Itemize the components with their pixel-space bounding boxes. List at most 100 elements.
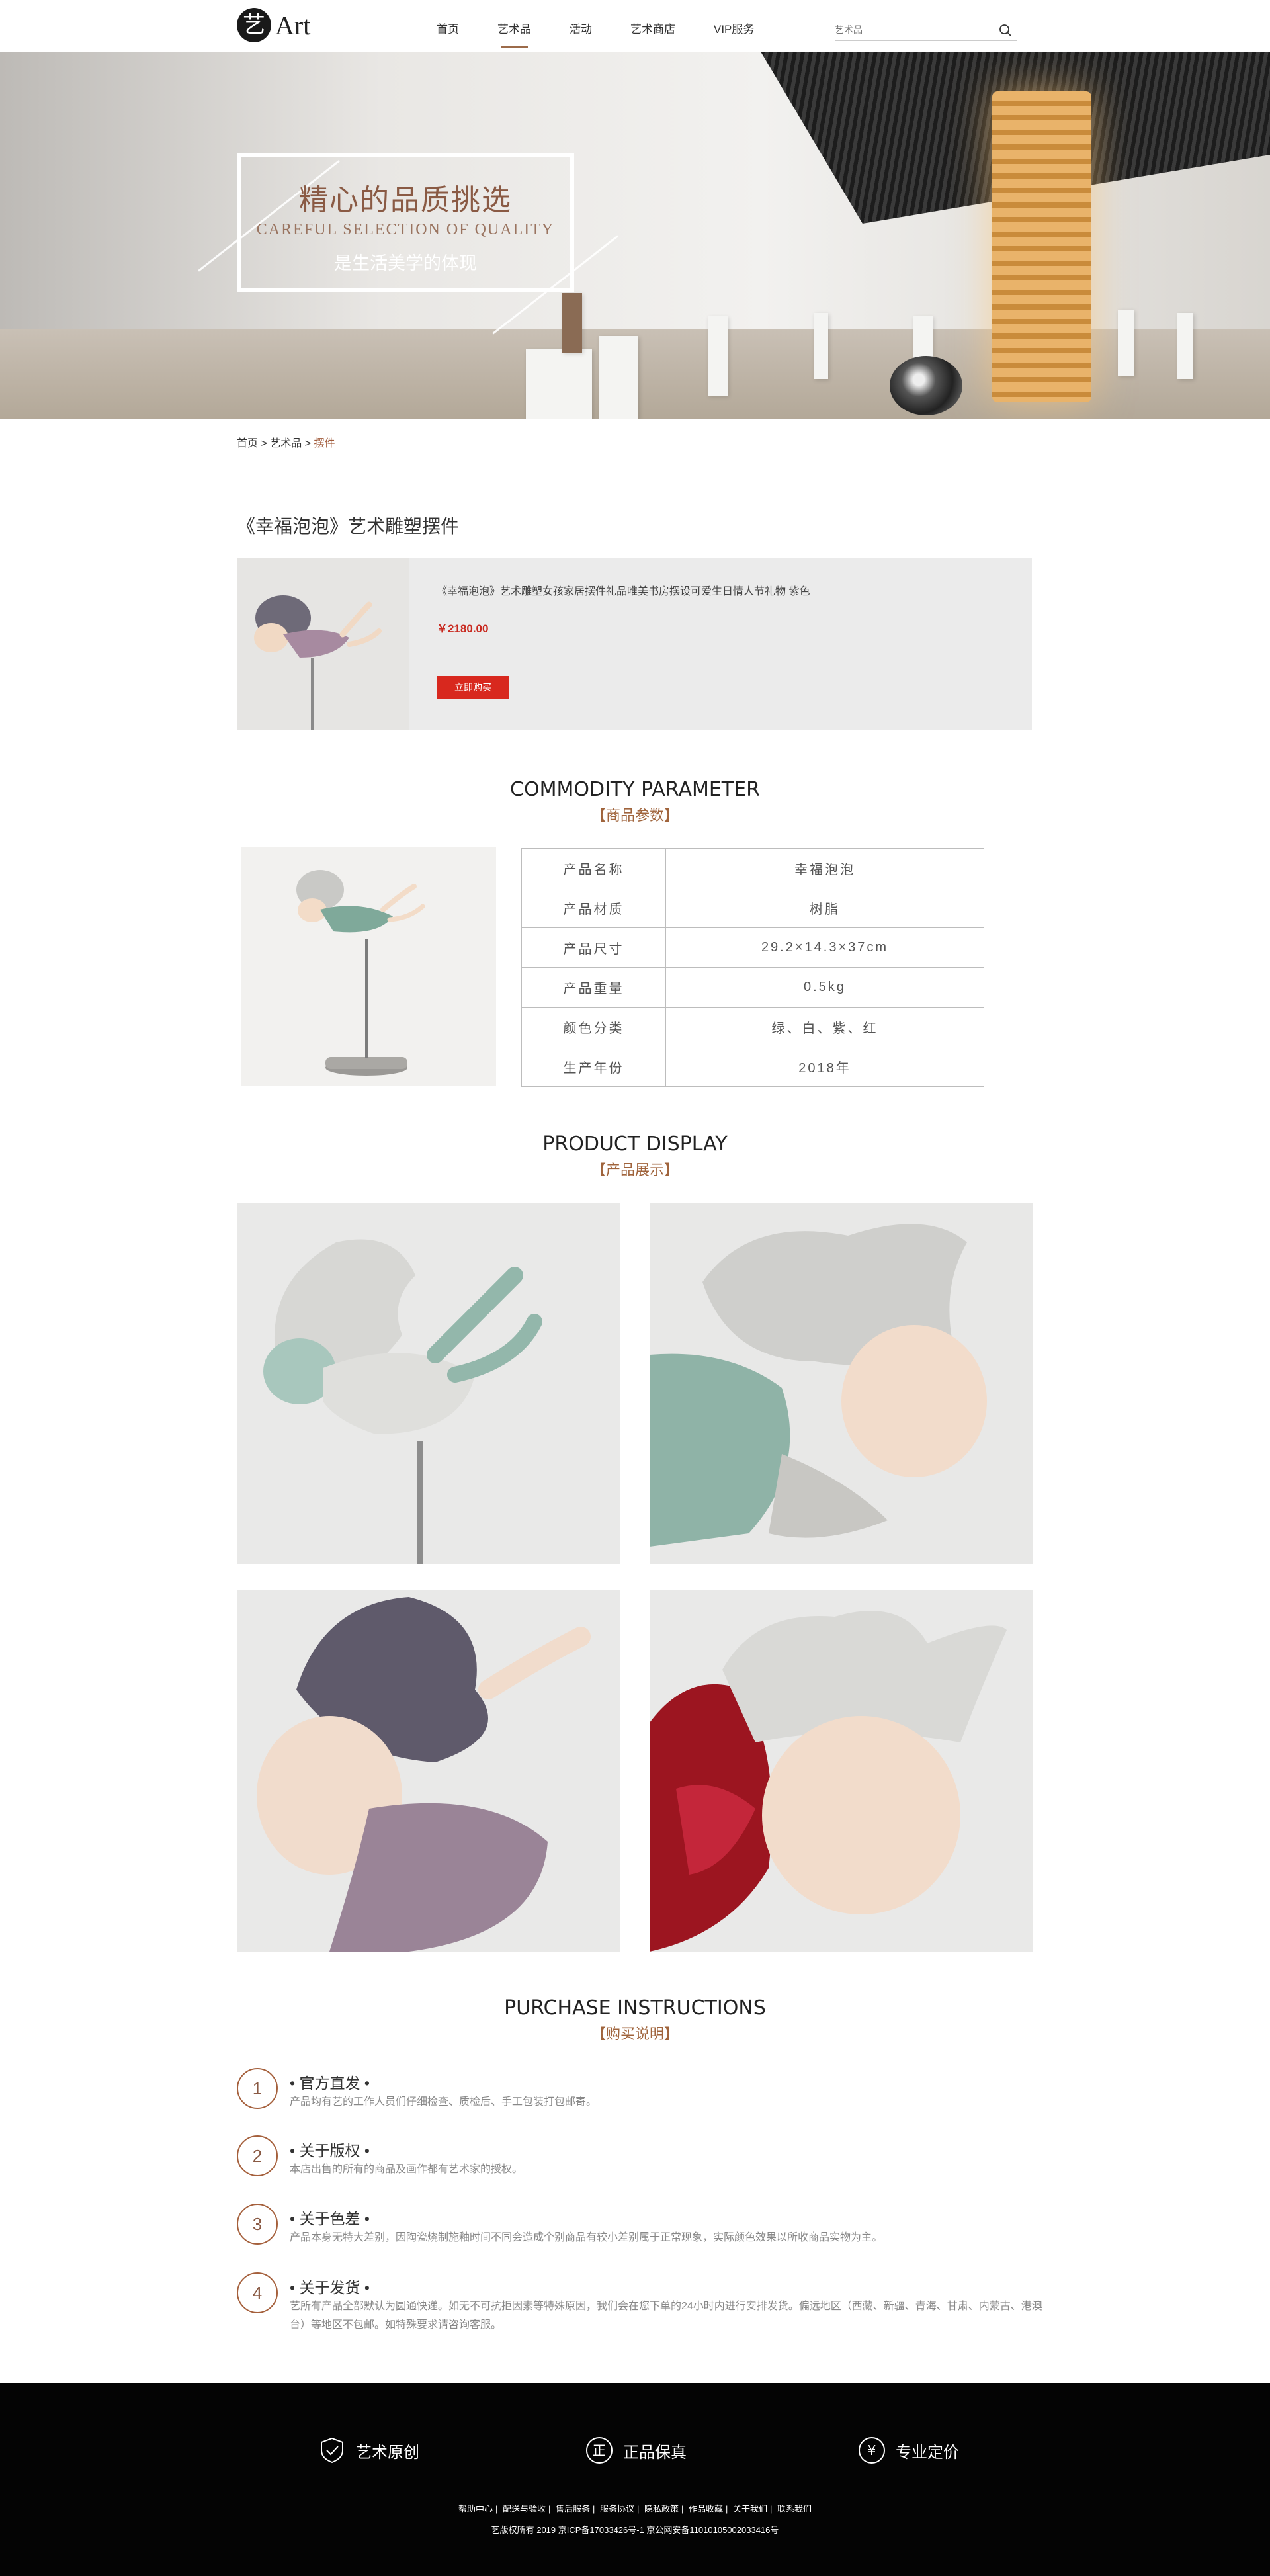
footer-link-collection[interactable]: 作品收藏 (689, 2504, 723, 2514)
param-value: 29.2×14.3×37cm (665, 927, 984, 968)
instruction-text: 产品本身无特大差别，因陶瓷烧制施釉时间不同会造成个别商品有较小差别属于正常现象，… (290, 2232, 883, 2243)
site-footer: 艺术原创 正 正品保真 ¥ 专业定价 帮助中心 | 配送与验收 | 售后服务 | 服务… (0, 2383, 1270, 2576)
authentic-glyph: 正 (593, 2442, 606, 2458)
footer-link-after-sales[interactable]: 售后服务 (556, 2504, 590, 2514)
table-row: 产品名称 幸福泡泡 (521, 848, 984, 888)
instruction-text: 本店出售的所有的商品及画作都有艺术家的授权。 (290, 2164, 523, 2175)
section-title-cn: 【购买说明】 (591, 2026, 679, 2042)
section-title-cn: 【商品参数】 (591, 807, 679, 824)
instruction-number: 3 (237, 2204, 278, 2245)
buy-now-button[interactable]: 立即购买 (437, 676, 509, 699)
feature-label: 正品保真 (623, 2443, 687, 2462)
feature-pricing: ¥ 专业定价 (857, 2436, 959, 2465)
lit-pillar (992, 91, 1091, 402)
banner-slogan: 是生活美学的体现 (334, 253, 477, 273)
footer-link-agreement[interactable]: 服务协议 (600, 2504, 634, 2514)
section-title-cn: 【产品展示】 (591, 1162, 679, 1178)
breadcrumb-category[interactable]: 艺术品 (270, 438, 302, 449)
nav-artworks[interactable]: 艺术品 (497, 0, 531, 52)
param-key: 产品重量 (521, 967, 666, 1008)
nav-vip-service[interactable]: VIP服务 (714, 0, 754, 52)
feature-original: 艺术原创 (318, 2436, 419, 2465)
main-nav: 首页 艺术品 活动 艺术商店 VIP服务 (437, 0, 792, 52)
search-input[interactable] (835, 20, 987, 40)
instruction-text: 产品均有艺的工作人员们仔细检查、质检后、手工包装打包邮寄。 (290, 2096, 597, 2108)
product-thumbnail[interactable] (237, 558, 409, 730)
instruction-item: 4 • 关于发货 • 艺所有产品全部默认为圆通快递。如无不可抗拒因素等特殊原因，… (237, 2272, 1064, 2339)
instruction-title: • 关于色差 • (290, 2210, 370, 2227)
plinth (526, 349, 592, 419)
breadcrumb-separator: > (258, 438, 271, 449)
param-key: 生产年份 (521, 1047, 666, 1087)
footer-link-privacy[interactable]: 隐私政策 (644, 2504, 679, 2514)
hero-banner: 精心的品质挑选 CAREFUL SELECTION OF QUALITY 是生活… (0, 52, 1270, 419)
banner-subtitle: CAREFUL SELECTION OF QUALITY (256, 221, 555, 238)
param-value: 0.5kg (665, 967, 984, 1008)
footer-link-about[interactable]: 关于我们 (733, 2504, 767, 2514)
authentic-icon: 正 (586, 2437, 613, 2464)
instruction-title: • 关于版权 • (290, 2142, 370, 2159)
instruction-item: 3 • 关于色差 • 产品本身无特大差别，因陶瓷烧制施釉时间不同会造成个别商品有… (237, 2204, 1064, 2256)
search-box (835, 20, 1017, 41)
site-header: 艺 Art 首页 艺术品 活动 艺术商店 VIP服务 (0, 0, 1270, 52)
breadcrumb: 首页 > 艺术品 > 摆件 (237, 434, 335, 450)
logo-mark: 艺 (237, 8, 271, 42)
nav-home[interactable]: 首页 (437, 0, 459, 52)
footer-link-help[interactable]: 帮助中心 (458, 2504, 493, 2514)
instruction-title: • 关于发货 • (290, 2279, 370, 2296)
param-key: 产品尺寸 (521, 927, 666, 968)
nav-art-store[interactable]: 艺术商店 (630, 0, 675, 52)
footer-link-contact[interactable]: 联系我们 (777, 2504, 812, 2514)
instruction-number: 2 (237, 2135, 278, 2176)
param-value: 绿、白、紫、红 (665, 1007, 984, 1047)
feature-label: 艺术原创 (356, 2443, 419, 2462)
display-image-green[interactable] (237, 1203, 620, 1564)
param-value: 2018年 (665, 1047, 984, 1087)
param-key: 产品名称 (521, 848, 666, 888)
nav-events[interactable]: 活动 (570, 0, 592, 52)
display-image-purple[interactable] (237, 1590, 620, 1952)
table-row: 产品材质 树脂 (521, 888, 984, 928)
parameter-table: 产品名称 幸福泡泡 产品材质 树脂 产品尺寸 29.2×14.3×37cm 产品重量 0… (521, 848, 984, 1087)
instruction-number: 4 (237, 2272, 278, 2313)
instruction-text: 艺所有产品全部默认为圆通快递。如无不可抗拒因素等特殊原因，我们会在您下单的24小… (290, 2301, 1042, 2331)
instruction-number: 1 (237, 2068, 278, 2109)
yen-icon: ¥ (859, 2437, 885, 2464)
section-title-en: PRODUCT DISPLAY (542, 1133, 728, 1156)
param-key: 产品材质 (521, 888, 666, 928)
instruction-item: 2 • 关于版权 • 本店出售的所有的商品及画作都有艺术家的授权。 (237, 2135, 1064, 2188)
yen-glyph: ¥ (868, 2442, 876, 2458)
footer-link-delivery[interactable]: 配送与验收 (503, 2504, 546, 2514)
instruction-title: • 官方直发 • (290, 2075, 370, 2092)
plinth (708, 316, 728, 396)
product-price: ￥2180.00 (437, 623, 489, 635)
param-value: 幸福泡泡 (665, 848, 984, 888)
product-name[interactable]: 《幸福泡泡》艺术雕塑女孩家居摆件礼品唯美书房摆设可爱生日情人节礼物 紫色 (437, 582, 810, 598)
copyright: 艺版权所有 2019 京ICP备17033426号-1 京公网安备1101010… (491, 2525, 779, 2535)
instruction-item: 1 • 官方直发 • 产品均有艺的工作人员们仔细检查、质检后、手工包装打包邮寄。 (237, 2068, 1064, 2121)
parameter-image (241, 847, 496, 1086)
instructions-section-header: PURCHASE INSTRUCTIONS 【购买说明】 (0, 1996, 1270, 2043)
logo[interactable]: 艺 Art (237, 8, 310, 42)
breadcrumb-current: 摆件 (314, 438, 335, 449)
display-image-face[interactable] (650, 1203, 1033, 1564)
logo-text: Art (275, 10, 311, 40)
table-row: 产品尺寸 29.2×14.3×37cm (521, 927, 984, 968)
shield-icon (321, 2437, 343, 2464)
section-title-en: COMMODITY PARAMETER (510, 778, 760, 801)
breadcrumb-home[interactable]: 首页 (237, 438, 258, 449)
banner-title: 精心的品质挑选 (299, 183, 512, 217)
breadcrumb-separator: > (302, 438, 314, 449)
sphere-sculpture (890, 356, 962, 415)
table-row: 颜色分类 绿、白、紫、红 (521, 1007, 984, 1047)
product-title: 《幸福泡泡》艺术雕塑摆件 (237, 516, 460, 537)
product-card: 《幸福泡泡》艺术雕塑女孩家居摆件礼品唯美书房摆设可爱生日情人节礼物 紫色 ￥21… (237, 558, 1032, 730)
feature-authentic: 正 正品保真 (585, 2436, 687, 2465)
footer-links: 帮助中心 | 配送与验收 | 售后服务 | 服务协议 | 隐私政策 | 作品收藏 | 关于我… (458, 2504, 812, 2514)
param-key: 颜色分类 (521, 1007, 666, 1047)
plinth (814, 313, 828, 379)
display-image-red[interactable] (650, 1590, 1033, 1952)
plinth (1177, 313, 1193, 379)
search-icon[interactable] (999, 24, 1012, 37)
sculpture (562, 293, 582, 353)
